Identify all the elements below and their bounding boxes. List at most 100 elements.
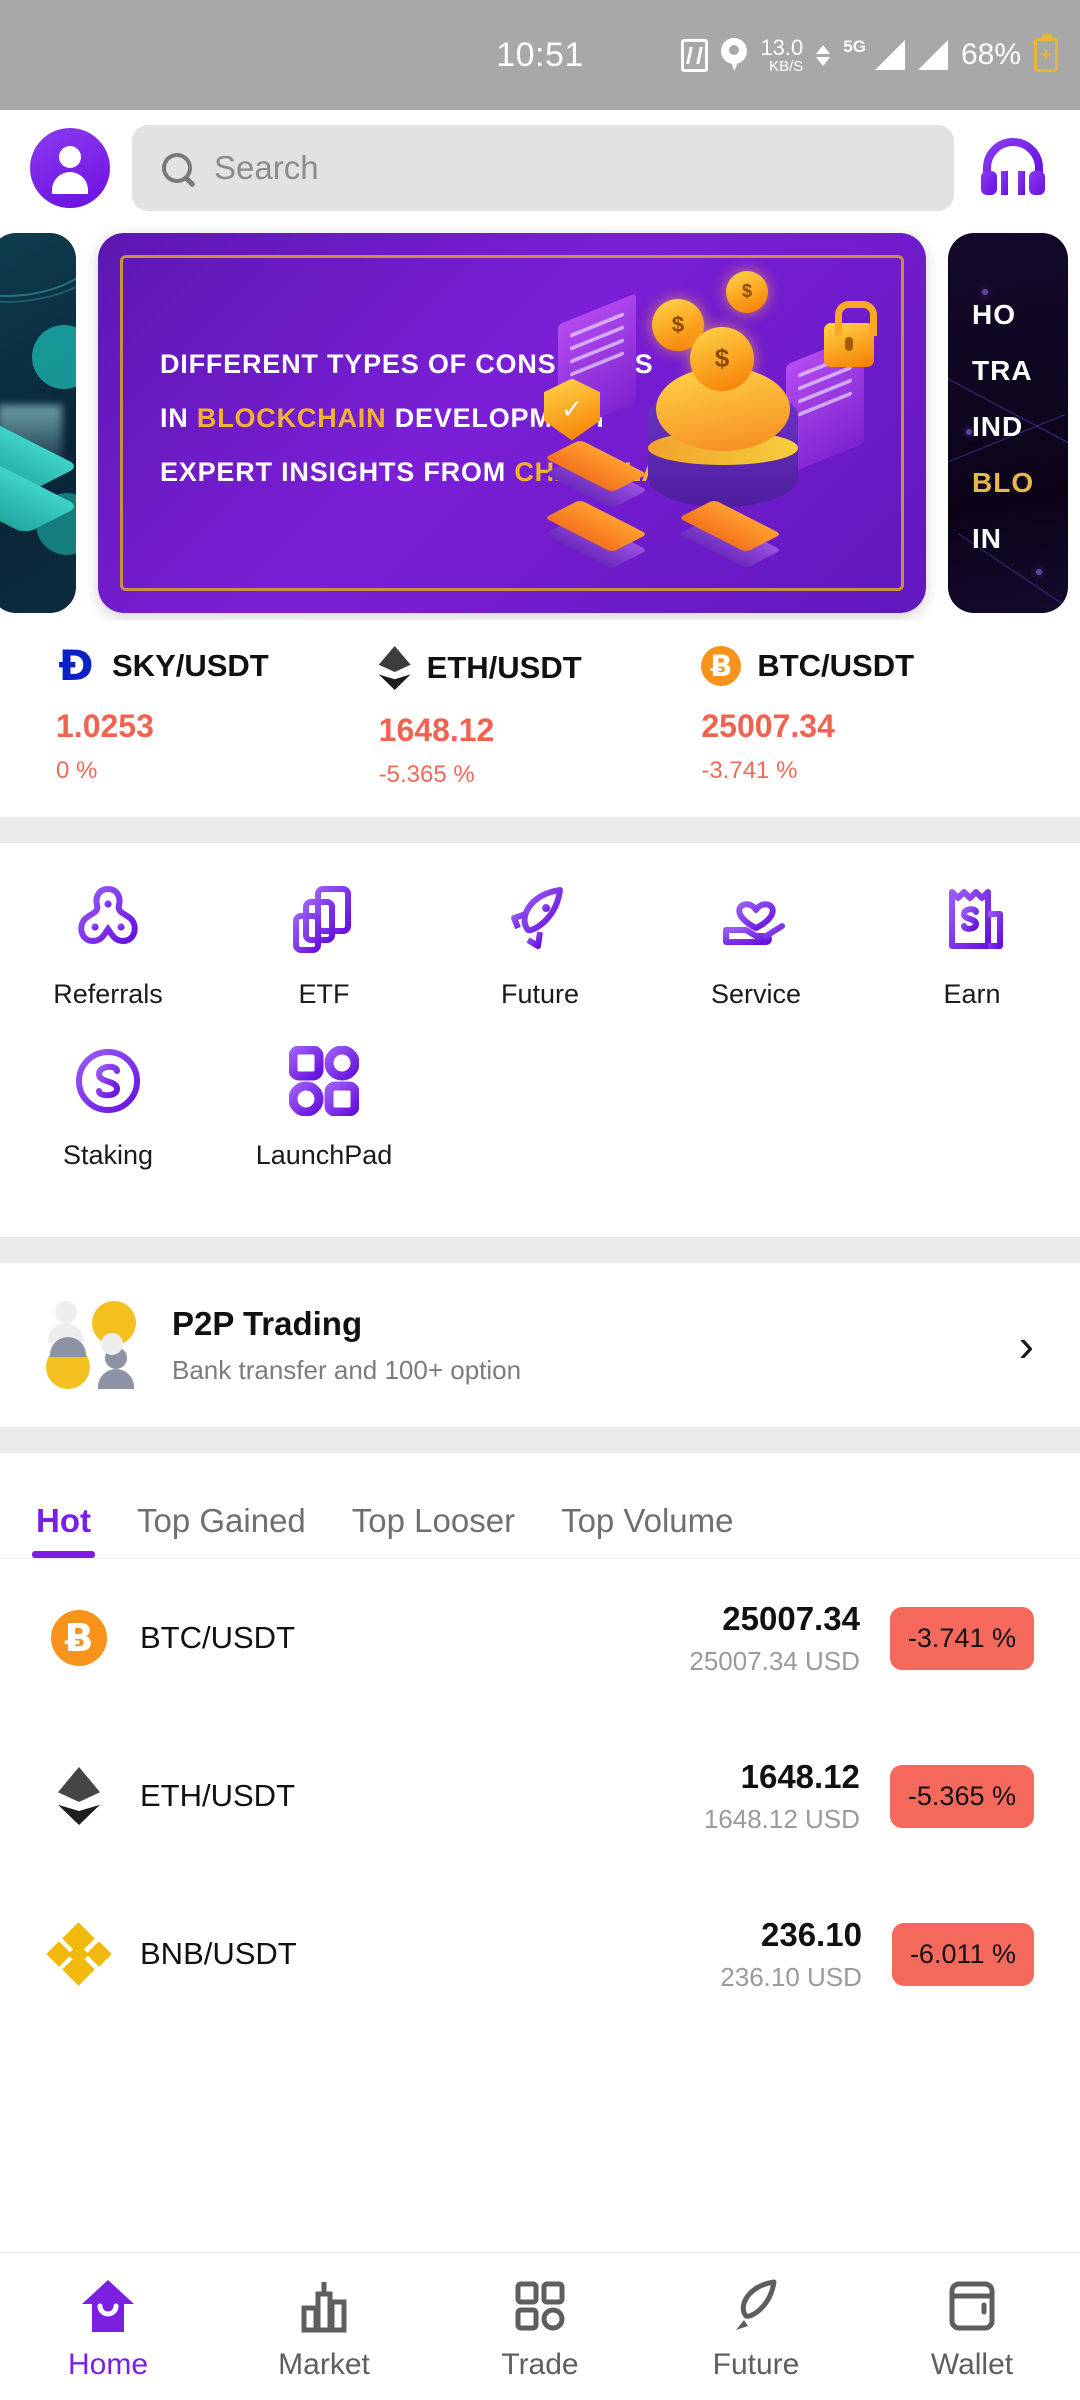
p2p-trading-row[interactable]: P2P Trading Bank transfer and 100+ optio…	[0, 1263, 1080, 1427]
quick-action-label: ETF	[298, 979, 350, 1009]
home-icon	[80, 2272, 136, 2334]
bnb-coin-icon	[46, 1922, 112, 1986]
etf-icon	[285, 881, 363, 959]
quick-action-label: Staking	[62, 1140, 154, 1170]
network-type-label: 5G	[843, 36, 866, 56]
sky-coin-icon: Ð	[58, 641, 94, 690]
ticker-change: -3.741 %	[701, 757, 798, 784]
row-pair: BTC/USDT	[140, 1620, 295, 1655]
promo-banner-previous[interactable]	[0, 232, 76, 613]
nav-item-home[interactable]: Home	[0, 2272, 216, 2382]
row-usd: 1648.12 USD	[703, 1803, 860, 1834]
battery-percent-label: 68%	[960, 38, 1021, 71]
promo-banner-active[interactable]: DIFFERENT TYPES OF CONSENSUS IN BLOCKCHA…	[98, 232, 926, 613]
eth-coin-icon	[58, 1767, 100, 1825]
market-bars-icon	[296, 2272, 352, 2334]
ticker-item-eth[interactable]: ETH/USDT 1648.12 -5.365 %	[379, 646, 702, 789]
nav-item-market[interactable]: Market	[216, 2272, 432, 2382]
quick-action-earn[interactable]: Earn	[864, 881, 1080, 1010]
quick-action-label: Service	[710, 979, 802, 1009]
banner-illustration: ✓ $ $ $	[544, 270, 877, 571]
service-heart-hand-icon	[717, 881, 795, 959]
row-usd: 236.10 USD	[720, 1961, 862, 1992]
launchpad-grid-icon	[285, 1042, 363, 1120]
network-speed-value: 13.0	[760, 34, 804, 60]
tab-hot[interactable]: Hot	[32, 1502, 95, 1558]
eth-coin-icon	[379, 646, 411, 690]
tab-top-volume[interactable]: Top Volume	[561, 1502, 733, 1558]
search-icon	[162, 152, 192, 183]
banner-next-text: HO TRA IND BLO IN	[972, 299, 1034, 579]
section-divider-1	[0, 817, 1080, 843]
nfc-icon	[681, 38, 709, 72]
p2p-text-block: P2P Trading Bank transfer and 100+ optio…	[172, 1305, 521, 1386]
market-list: Ƀ BTC/USDT 25007.34 25007.34 USD -3.741 …	[0, 1559, 1080, 2252]
network-speed-indicator: 13.0 KB/S	[760, 34, 804, 75]
section-divider-3	[0, 1427, 1080, 1453]
trade-grid-icon	[512, 2272, 568, 2334]
status-bar-icons: 13.0 KB/S 5G 68% +	[681, 34, 1080, 75]
table-row[interactable]: Ƀ BTC/USDT 25007.34 25007.34 USD -3.741 …	[0, 1559, 1080, 1717]
btc-coin-icon: Ƀ	[51, 1610, 107, 1666]
nav-label: Trade	[501, 2347, 579, 2381]
status-badge: -3.741 %	[889, 1606, 1034, 1670]
row-usd: 25007.34 USD	[689, 1645, 860, 1676]
banner-next-line-4: BLO	[972, 466, 1035, 498]
app-header: Search	[0, 110, 1080, 225]
nav-item-wallet[interactable]: Wallet	[864, 2272, 1080, 2382]
status-bar: 10:51 13.0 KB/S 5G 68% +	[0, 0, 1080, 110]
rocket-future-icon	[501, 881, 579, 959]
row-price: 1648.12	[740, 1757, 860, 1795]
tab-top-looser[interactable]: Top Looser	[352, 1502, 515, 1558]
row-pair: ETH/USDT	[140, 1778, 295, 1813]
quick-action-referrals[interactable]: Referrals	[0, 881, 216, 1010]
location-pin-icon	[721, 38, 748, 72]
ticker-strip: Ð SKY/USDT 1.0253 0 % ETH/USDT 1648.12 -…	[0, 620, 1080, 817]
banner-next-line-3: IND	[972, 410, 1024, 442]
section-divider-2	[0, 1237, 1080, 1263]
tab-top-gained[interactable]: Top Gained	[137, 1502, 306, 1558]
nav-label: Wallet	[930, 2347, 1014, 2381]
headphones-icon[interactable]	[976, 131, 1050, 205]
quick-action-staking[interactable]: Staking	[0, 1042, 216, 1171]
network-speed-unit: KB/S	[769, 57, 804, 75]
bottom-navigation: Home Market Trade Future Wallet	[0, 2252, 1080, 2400]
quick-action-label: Future	[500, 979, 580, 1009]
quick-action-label: Referrals	[53, 979, 163, 1009]
quick-action-empty-3	[864, 1042, 1080, 1171]
market-tabs: Hot Top Gained Top Looser Top Volume	[0, 1453, 1080, 1559]
ticker-pair: SKY/USDT	[112, 648, 269, 683]
quick-action-launchpad[interactable]: LaunchPad	[216, 1042, 432, 1171]
ticker-change: 0 %	[56, 757, 98, 784]
nav-item-trade[interactable]: Trade	[432, 2272, 648, 2382]
ticker-item-sky[interactable]: Ð SKY/USDT 1.0253 0 %	[56, 641, 379, 789]
battery-charging-icon: +	[1034, 34, 1058, 72]
table-row[interactable]: ETH/USDT 1648.12 1648.12 USD -5.365 %	[0, 1717, 1080, 1875]
quick-actions-grid: Referrals ETF Future Service Earn Stakin…	[0, 843, 1080, 1237]
p2p-title: P2P Trading	[172, 1304, 363, 1342]
referrals-icon	[69, 881, 147, 959]
row-pair: BNB/USDT	[140, 1936, 297, 1971]
quick-action-empty-2	[648, 1042, 864, 1171]
quick-action-etf[interactable]: ETF	[216, 881, 432, 1010]
user-avatar-icon[interactable]	[30, 127, 110, 208]
ticker-item-btc[interactable]: Ƀ BTC/USDT 25007.34 -3.741 %	[701, 646, 1024, 789]
banner-next-line-1: HO	[972, 298, 1016, 330]
ticker-price: 1.0253	[56, 708, 154, 744]
quick-action-service[interactable]: Service	[648, 881, 864, 1010]
ticker-pair: BTC/USDT	[757, 648, 915, 683]
ticker-price: 25007.34	[701, 708, 835, 744]
quick-action-future[interactable]: Future	[432, 881, 648, 1010]
chevron-right-icon[interactable]: ›	[1019, 1322, 1034, 1368]
ticker-pair: ETH/USDT	[426, 650, 582, 685]
signal-bars-icon-1	[874, 40, 905, 70]
search-input[interactable]: Search	[132, 124, 954, 211]
nav-item-future[interactable]: Future	[648, 2272, 864, 2382]
promo-banner-carousel[interactable]: DIFFERENT TYPES OF CONSENSUS IN BLOCKCHA…	[0, 225, 1080, 620]
promo-banner-next[interactable]: HO TRA IND BLO IN	[948, 232, 1068, 613]
ticker-change: -5.365 %	[378, 761, 475, 788]
quick-action-empty-1	[432, 1042, 648, 1171]
row-price: 236.10	[761, 1915, 862, 1953]
status-badge: -6.011 %	[891, 1922, 1034, 1986]
table-row[interactable]: BNB/USDT 236.10 236.10 USD -6.011 %	[0, 1875, 1080, 2033]
